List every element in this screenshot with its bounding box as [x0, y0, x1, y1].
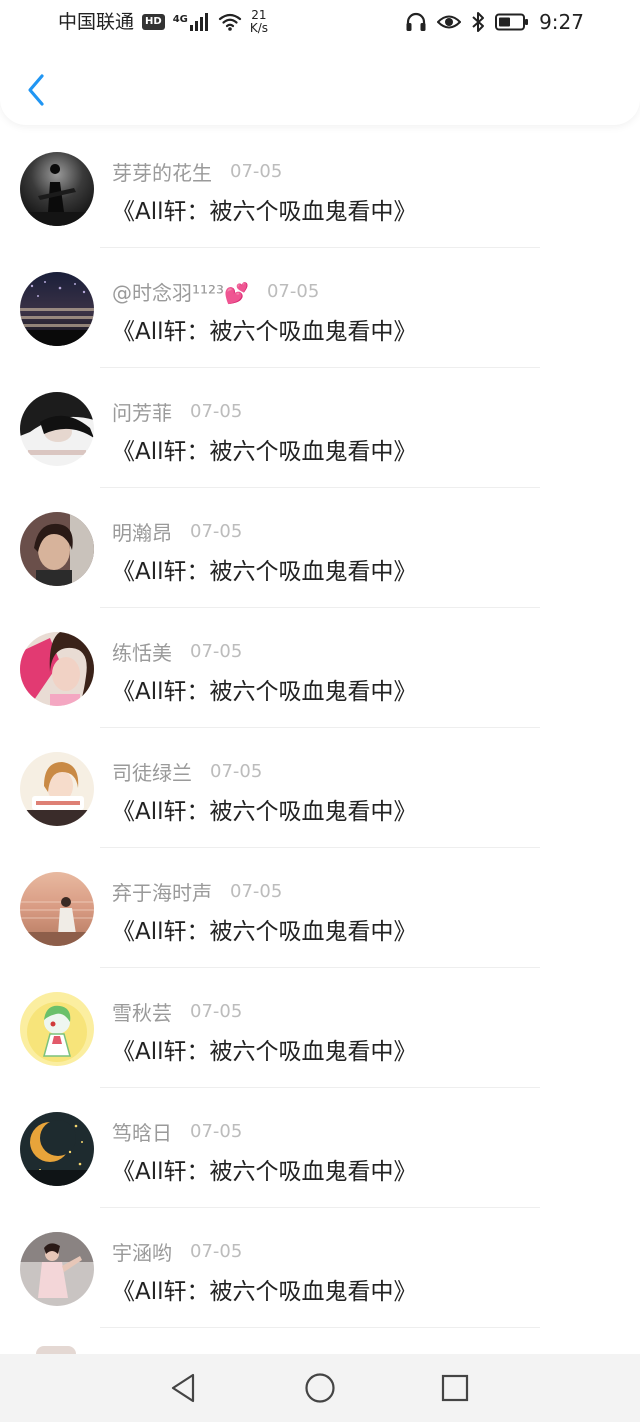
date: 07-05 [190, 1000, 243, 1022]
username[interactable]: 宇涵哟 [112, 1237, 172, 1266]
list-item[interactable]: 笃晗日 07-05 《All轩：被六个吸血鬼看中》 [0, 1088, 640, 1207]
network-speed: 21 K/s [250, 9, 268, 35]
list-item[interactable]: 司徒绿兰 07-05 《All轩：被六个吸血鬼看中》 [0, 728, 640, 847]
name-line: 练恬美 07-05 [112, 637, 243, 666]
message-text: 《All轩：被六个吸血鬼看中》 [112, 919, 417, 945]
status-time: 9:27 [539, 10, 584, 34]
system-back-button[interactable] [163, 1368, 203, 1408]
avatar[interactable] [20, 512, 94, 586]
signal-strength-icon [189, 13, 208, 31]
battery-icon [495, 13, 529, 31]
avatar[interactable] [20, 752, 94, 826]
date: 07-05 [190, 400, 243, 422]
divider [100, 1327, 540, 1328]
back-button[interactable] [16, 70, 56, 110]
recents-square-icon [441, 1374, 469, 1402]
bluetooth-icon [472, 12, 485, 32]
date: 07-05 [266, 280, 320, 302]
username[interactable]: 笃晗日 [112, 1117, 172, 1146]
avatar[interactable] [20, 152, 94, 226]
wifi-icon [218, 13, 241, 31]
system-recents-button[interactable] [435, 1368, 475, 1408]
date: 07-05 [230, 160, 283, 182]
date: 07-05 [190, 520, 243, 542]
list-item[interactable]: 弃于海时声 07-05 《All轩：被六个吸血鬼看中》 [0, 848, 640, 967]
avatar[interactable] [20, 1112, 94, 1186]
list-item[interactable]: 练恬美 07-05 《All轩：被六个吸血鬼看中》 [0, 608, 640, 727]
username[interactable]: 问芳菲 [112, 397, 172, 426]
message-text: 《All轩：被六个吸血鬼看中》 [112, 199, 417, 225]
list-item[interactable]: 宇涵哟 07-05 《All轩：被六个吸血鬼看中》 [0, 1208, 640, 1327]
avatar[interactable] [20, 272, 94, 346]
name-line: 司徒绿兰 07-05 [112, 757, 263, 786]
message-text: 《All轩：被六个吸血鬼看中》 [112, 799, 417, 825]
username[interactable]: 弃于海时声 [112, 877, 212, 906]
message-text: 《All轩：被六个吸血鬼看中》 [112, 439, 417, 465]
screen: 中国联通 HD 4G 21 K/s 9:27 芽芽的花生 07-05 《All轩… [0, 0, 640, 1422]
avatar[interactable] [20, 632, 94, 706]
system-nav-bar [0, 1354, 640, 1422]
signal-group: 4G [173, 13, 210, 31]
name-line: 弃于海时声 07-05 [112, 877, 283, 906]
name-line: @时念羽¹¹²³💕 07-05 [112, 277, 320, 306]
speed-unit: K/s [249, 21, 269, 35]
nav-bar [0, 56, 640, 122]
back-triangle-icon [171, 1373, 195, 1403]
name-line: 宇涵哟 07-05 [112, 1237, 243, 1266]
name-line: 雪秋芸 07-05 [112, 997, 243, 1026]
username[interactable]: 芽芽的花生 [112, 157, 212, 186]
home-circle-icon [305, 1373, 335, 1403]
system-home-button[interactable] [300, 1368, 340, 1408]
list-item[interactable]: 雪秋芸 07-05 《All轩：被六个吸血鬼看中》 [0, 968, 640, 1087]
name-line: 问芳菲 07-05 [112, 397, 243, 426]
message-text: 《All轩：被六个吸血鬼看中》 [112, 1039, 417, 1065]
username[interactable]: @时念羽¹¹²³💕 [112, 277, 249, 306]
username[interactable]: 练恬美 [112, 637, 172, 666]
hd-badge: HD [142, 14, 165, 30]
eye-icon [437, 15, 462, 29]
name-line: 芽芽的花生 07-05 [112, 157, 283, 186]
avatar[interactable] [20, 392, 94, 466]
message-text: 《All轩：被六个吸血鬼看中》 [112, 559, 417, 585]
headphones-icon [406, 12, 426, 31]
date: 07-05 [190, 1240, 243, 1262]
status-bar: 中国联通 HD 4G 21 K/s 9:27 [0, 0, 640, 44]
date: 07-05 [190, 1120, 243, 1142]
chevron-left-icon [28, 74, 44, 106]
avatar[interactable] [20, 872, 94, 946]
list-item[interactable]: 芽芽的花生 07-05 《All轩：被六个吸血鬼看中》 [0, 128, 640, 247]
status-left: 中国联通 HD 4G 21 K/s [58, 6, 268, 38]
message-text: 《All轩：被六个吸血鬼看中》 [112, 1279, 417, 1305]
name-line: 明瀚昂 07-05 [112, 517, 243, 546]
name-line: 笃晗日 07-05 [112, 1117, 243, 1146]
avatar[interactable] [20, 992, 94, 1066]
status-right: 9:27 [405, 6, 584, 38]
date: 07-05 [190, 640, 243, 662]
message-text: 《All轩：被六个吸血鬼看中》 [112, 319, 417, 345]
avatar[interactable] [20, 1232, 94, 1306]
date: 07-05 [230, 880, 283, 902]
carrier-name: 中国联通 [58, 11, 135, 33]
date: 07-05 [210, 760, 263, 782]
list-item[interactable]: 问芳菲 07-05 《All轩：被六个吸血鬼看中》 [0, 368, 640, 487]
network-type: 4G [172, 14, 188, 25]
list-item[interactable]: @时念羽¹¹²³💕 07-05 《All轩：被六个吸血鬼看中》 [0, 248, 640, 367]
partial-avatar [36, 1346, 76, 1354]
list-item[interactable]: 明瀚昂 07-05 《All轩：被六个吸血鬼看中》 [0, 488, 640, 607]
username[interactable]: 明瀚昂 [112, 517, 172, 546]
message-text: 《All轩：被六个吸血鬼看中》 [112, 1159, 417, 1185]
username[interactable]: 雪秋芸 [112, 997, 172, 1026]
username[interactable]: 司徒绿兰 [112, 757, 192, 786]
message-text: 《All轩：被六个吸血鬼看中》 [112, 679, 417, 705]
header: 中国联通 HD 4G 21 K/s 9:27 [0, 0, 640, 125]
